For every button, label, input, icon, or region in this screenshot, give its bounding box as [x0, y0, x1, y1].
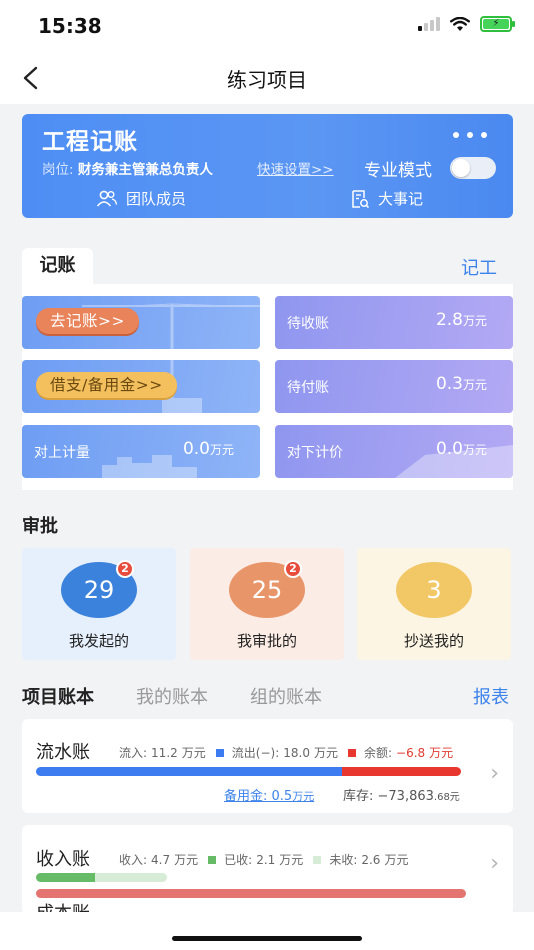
tab-project-books[interactable]: 项目账本 — [22, 683, 94, 709]
document-search-icon — [352, 189, 370, 208]
chevron-right-icon: › — [490, 761, 499, 786]
role-value: 财务兼主管兼总负责人 — [77, 162, 213, 178]
tab-group-books[interactable]: 组的账本 — [250, 683, 322, 709]
to-review-badge: 2 — [284, 560, 302, 578]
income-card[interactable]: 收入账 收入: 4.7 万元 已收: 2.1 万元 未收: 2.6 万元 › 成本账 — [22, 825, 513, 915]
team-members-label: 团队成员 — [126, 190, 187, 208]
team-members-button[interactable]: 团队成员 — [96, 188, 186, 209]
role-label: 岗位: — [42, 162, 78, 178]
pending-label: 未收: — [329, 853, 358, 867]
chevron-right-icon: › — [490, 851, 499, 876]
balance-value: −6.8 — [396, 745, 426, 760]
reserve-fund-link[interactable]: 备用金: 0.5万元 — [224, 785, 314, 804]
advance-button[interactable]: 借支/备用金>> — [36, 372, 177, 398]
outflow-label: 流出(−): — [231, 746, 280, 760]
page-title: 练习项目 — [227, 68, 307, 92]
tab-bookkeeping[interactable]: 记账 — [22, 248, 93, 286]
pending-swatch — [313, 855, 322, 864]
pro-mode-toggle[interactable] — [450, 157, 496, 179]
record-entry-button[interactable]: 去记账>> — [36, 308, 139, 334]
cash-flow-legend: 流入: 11.2 万元 流出(−): 18.0 万元 余额: −6.8 万元 — [119, 745, 454, 761]
role-info: 岗位: 财务兼主管兼总负责人 — [42, 158, 213, 178]
receivable-tile[interactable]: 待收账 2.8万元 — [275, 296, 513, 349]
cash-flow-card[interactable]: 流水账 流入: 11.2 万元 流出(−): 18.0 万元 余额: −6.8 万元 ›… — [22, 719, 513, 813]
project-name: 工程记账 — [42, 129, 138, 155]
nav-bar: 练习项目 — [0, 52, 534, 104]
income-title: 收入账 — [36, 849, 90, 870]
approval-title: 审批 — [22, 516, 58, 537]
received-value: 2.1 — [256, 852, 276, 867]
income-label: 收入: — [119, 853, 148, 867]
inflow-swatch — [215, 748, 224, 757]
income-legend: 收入: 4.7 万元 已收: 2.1 万元 未收: 2.6 万元 — [119, 852, 409, 868]
quick-setup-link[interactable]: 快速设置>> — [257, 158, 334, 178]
cash-flow-title: 流水账 — [36, 742, 90, 763]
books-tabs: 项目账本 我的账本 组的账本 报表 — [22, 683, 513, 709]
advance-tile[interactable]: 借支/备用金>> — [22, 360, 260, 413]
home-indicator — [0, 912, 534, 950]
downstream-pricing-tile[interactable]: 对下计价 0.0万元 — [275, 425, 513, 478]
ledger-section: 记账 记工 去记账>> 待收账 2.8万元 借支/备用金>> 待付账 0.3万元 — [22, 248, 513, 490]
cost-bar — [36, 889, 466, 898]
receivable-label: 待收账 — [287, 316, 329, 332]
approval-initiated[interactable]: 29 2 我发起的 — [22, 548, 176, 660]
approval-cc[interactable]: 3 抄送我的 — [357, 548, 511, 660]
upstream-measure-value: 0.0万元 — [182, 439, 234, 459]
to-review-label: 我审批的 — [236, 632, 297, 650]
wifi-icon — [450, 16, 470, 31]
record-entry-tile[interactable]: 去记账>> — [22, 296, 260, 349]
received-swatch — [208, 855, 217, 864]
report-link[interactable]: 报表 — [473, 683, 509, 709]
cc-label: 抄送我的 — [403, 632, 464, 650]
received-label: 已收: — [224, 853, 253, 867]
pro-mode-label: 专业模式 — [364, 161, 432, 181]
more-options-icon[interactable] — [453, 132, 487, 138]
downstream-pricing-label: 对下计价 — [287, 445, 343, 461]
pending-segment — [94, 873, 167, 882]
tab-my-books[interactable]: 我的账本 — [136, 683, 208, 709]
events-log-label: 大事记 — [378, 190, 424, 208]
payable-label: 待付账 — [287, 380, 329, 396]
stock-value: 库存: −73,863.68元 — [343, 789, 460, 804]
upstream-measure-label: 对上计量 — [34, 445, 90, 461]
cc-count: 3 — [396, 562, 472, 618]
initiated-badge: 2 — [116, 560, 134, 578]
balance-label: 余额: — [363, 746, 393, 760]
status-bar: 15:38 ⚡ — [0, 0, 534, 52]
team-icon — [96, 190, 118, 207]
income-value: 4.7 — [151, 852, 171, 867]
battery-icon: ⚡ — [480, 16, 515, 32]
inflow-segment — [36, 767, 342, 776]
initiated-label: 我发起的 — [68, 632, 129, 650]
ledger-tiles: 去记账>> 待收账 2.8万元 借支/备用金>> 待付账 0.3万元 对上计量 … — [22, 284, 513, 490]
pending-value: 2.6 — [361, 852, 381, 867]
payable-tile[interactable]: 待付账 0.3万元 — [275, 360, 513, 413]
receivable-value: 2.8万元 — [435, 310, 487, 330]
downstream-pricing-value: 0.0万元 — [435, 439, 487, 459]
received-segment — [36, 873, 95, 882]
events-log-button[interactable]: 大事记 — [350, 188, 423, 209]
status-icons: ⚡ — [418, 16, 515, 32]
outflow-swatch — [347, 748, 356, 757]
inflow-label: 流入: — [119, 746, 148, 760]
outflow-segment — [342, 767, 461, 776]
tab-work-log[interactable]: 记工 — [461, 254, 497, 280]
status-time: 15:38 — [38, 14, 102, 38]
outflow-value: 18.0 — [283, 745, 310, 760]
project-banner: 工程记账 岗位: 财务兼主管兼总负责人 快速设置>> 专业模式 团队成员 大事记 — [22, 114, 513, 218]
upstream-measure-tile[interactable]: 对上计量 0.0万元 — [22, 425, 260, 478]
cash-flow-bar — [36, 767, 461, 776]
approval-to-review[interactable]: 25 2 我审批的 — [190, 548, 344, 660]
inflow-value: 11.2 — [151, 745, 178, 760]
payable-value: 0.3万元 — [435, 374, 487, 394]
cellular-signal-icon — [418, 17, 440, 31]
income-bar — [36, 873, 167, 882]
